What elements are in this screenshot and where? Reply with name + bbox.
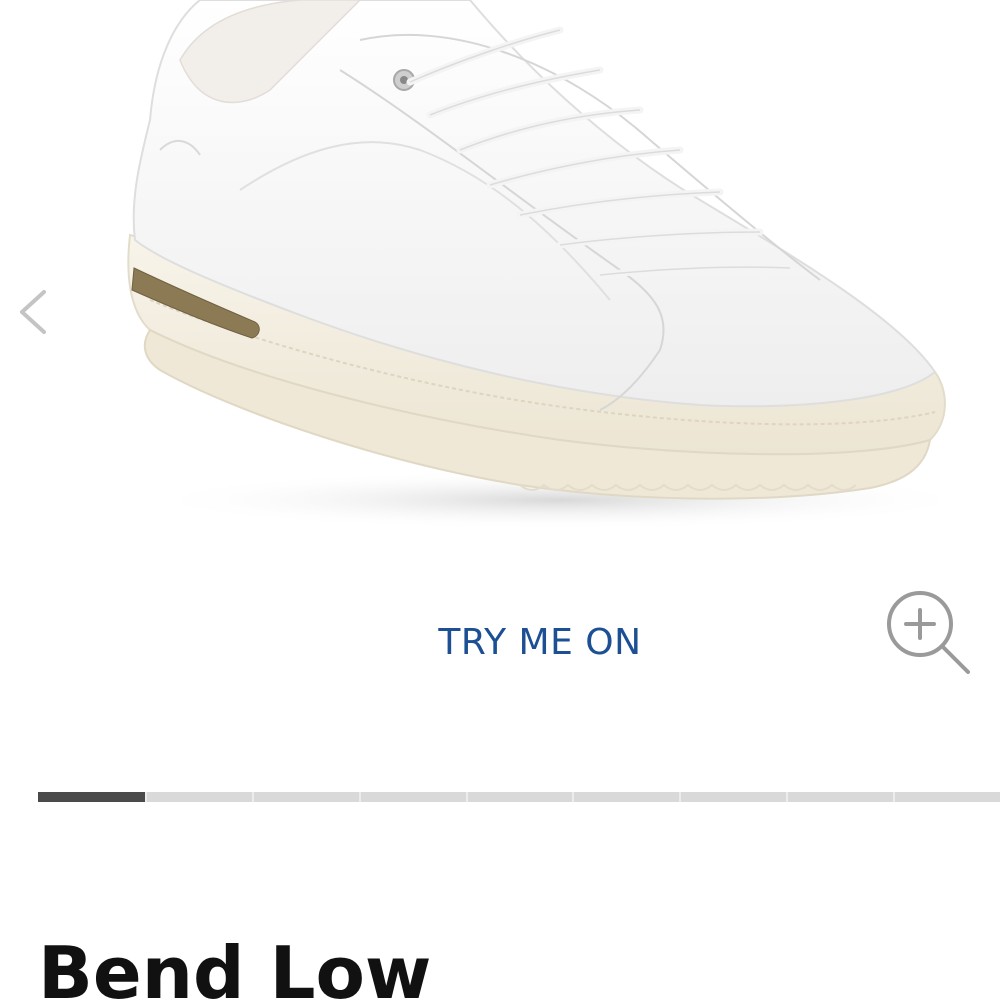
gallery-progress-fill bbox=[38, 792, 145, 802]
progress-segment-divider bbox=[359, 792, 361, 802]
product-page: TRY ME ON Bend Low bbox=[0, 0, 1000, 1000]
try-me-on-button[interactable]: TRY ME ON bbox=[380, 612, 700, 672]
progress-segment-divider bbox=[786, 792, 788, 802]
progress-segment-divider bbox=[252, 792, 254, 802]
zoom-in-icon bbox=[887, 591, 970, 674]
try-me-on-label: TRY ME ON bbox=[438, 621, 642, 663]
product-title: Bend Low bbox=[38, 931, 432, 1000]
progress-segment-divider bbox=[893, 792, 895, 802]
progress-segment-divider bbox=[679, 792, 681, 802]
product-image[interactable] bbox=[0, 0, 1000, 560]
gallery-progress-bar bbox=[38, 792, 1000, 802]
progress-segment-divider bbox=[145, 792, 147, 802]
progress-segment-divider bbox=[572, 792, 574, 802]
zoom-button[interactable] bbox=[882, 588, 978, 680]
chevron-left-icon bbox=[20, 290, 46, 334]
gallery-prev-button[interactable] bbox=[14, 286, 54, 338]
sneaker-illustration bbox=[127, 0, 980, 530]
progress-segment-divider bbox=[466, 792, 468, 802]
